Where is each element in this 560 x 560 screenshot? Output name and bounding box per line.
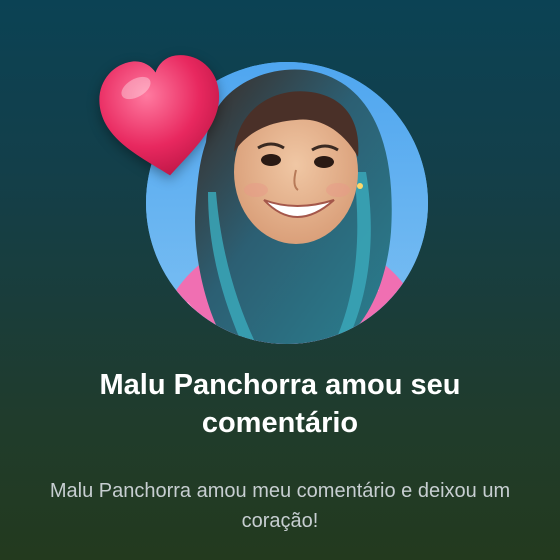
- notification-title: Malu Panchorra amou seu comentário: [99, 369, 461, 439]
- heart-icon: [99, 55, 220, 176]
- notification-message: Malu Panchorra amou meu comentário e dei…: [49, 480, 511, 532]
- notification-screen: Malu Panchorra amou seu comentário Malu …: [0, 0, 560, 560]
